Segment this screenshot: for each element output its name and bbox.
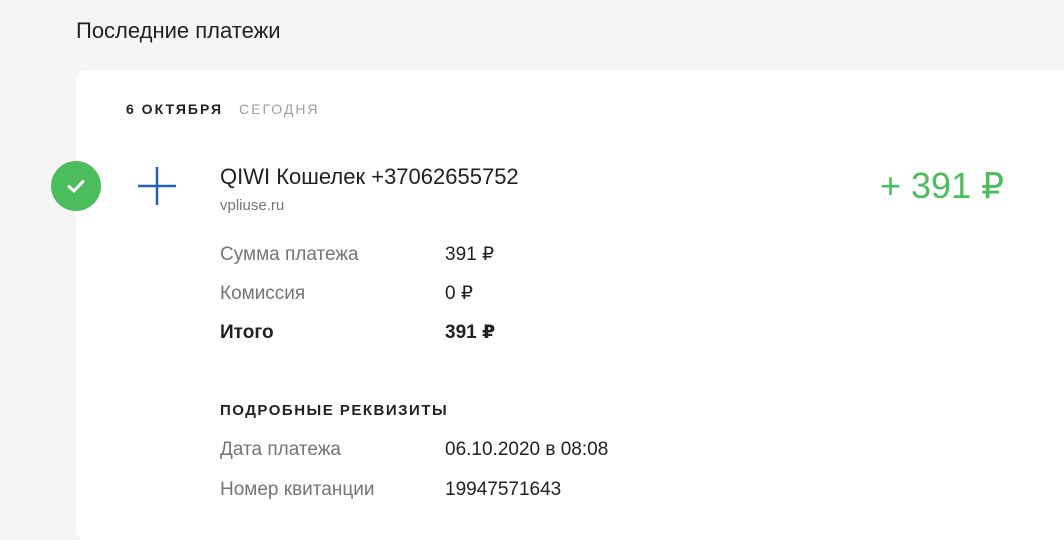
check-icon bbox=[67, 180, 85, 193]
details-value-receipt: 19947571643 bbox=[445, 479, 562, 500]
transaction-title[interactable]: QIWI Кошелек +37062655752 bbox=[220, 163, 519, 191]
transaction-amount: + 391 ₽ bbox=[880, 165, 1004, 206]
summary-label-total: Итого bbox=[220, 322, 274, 343]
summary-label-amount: Сумма платежа bbox=[220, 244, 359, 265]
plus-icon bbox=[138, 167, 176, 205]
summary-value-amount: 391 ₽ bbox=[445, 244, 495, 265]
transaction-merchant: vpliuse.ru bbox=[220, 197, 285, 214]
summary-value-commission: 0 ₽ bbox=[445, 283, 473, 304]
details-label-date: Дата платежа bbox=[220, 439, 341, 460]
relative-date-label: СЕГОДНЯ bbox=[239, 101, 320, 117]
date-group-header: 6 ОКТЯБРЯ СЕГОДНЯ bbox=[126, 100, 320, 118]
details-value-date: 06.10.2020 в 08:08 bbox=[445, 439, 609, 460]
page-title: Последние платежи bbox=[76, 18, 281, 43]
status-success-badge bbox=[51, 161, 101, 211]
date-label: 6 ОКТЯБРЯ bbox=[126, 101, 224, 117]
details-section-title: ПОДРОБНЫЕ РЕКВИЗИТЫ bbox=[220, 402, 449, 419]
summary-value-total: 391 ₽ bbox=[445, 322, 496, 343]
summary-label-commission: Комиссия bbox=[220, 283, 306, 304]
details-label-receipt: Номер квитанции bbox=[220, 479, 375, 500]
